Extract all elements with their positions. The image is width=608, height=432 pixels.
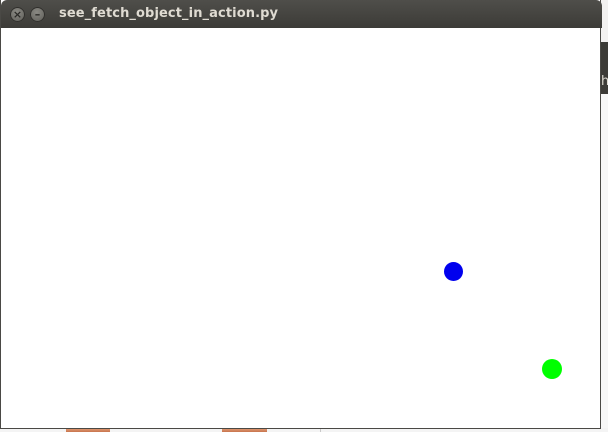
background-panel-text: h <box>601 74 608 89</box>
green-ball <box>542 359 562 379</box>
close-icon[interactable]: × <box>10 7 25 22</box>
title-bar[interactable]: × – see_fetch_object_in_action.py <box>1 0 602 28</box>
minimize-glyph: – <box>34 8 41 21</box>
blue-ball <box>444 262 463 281</box>
minimize-icon[interactable]: – <box>30 7 45 22</box>
drawing-canvas[interactable] <box>1 28 600 428</box>
background-window-edge <box>600 94 608 432</box>
app-window: × – see_fetch_object_in_action.py <box>0 0 602 429</box>
window-title: see_fetch_object_in_action.py <box>59 6 279 21</box>
close-glyph: × <box>12 8 23 21</box>
